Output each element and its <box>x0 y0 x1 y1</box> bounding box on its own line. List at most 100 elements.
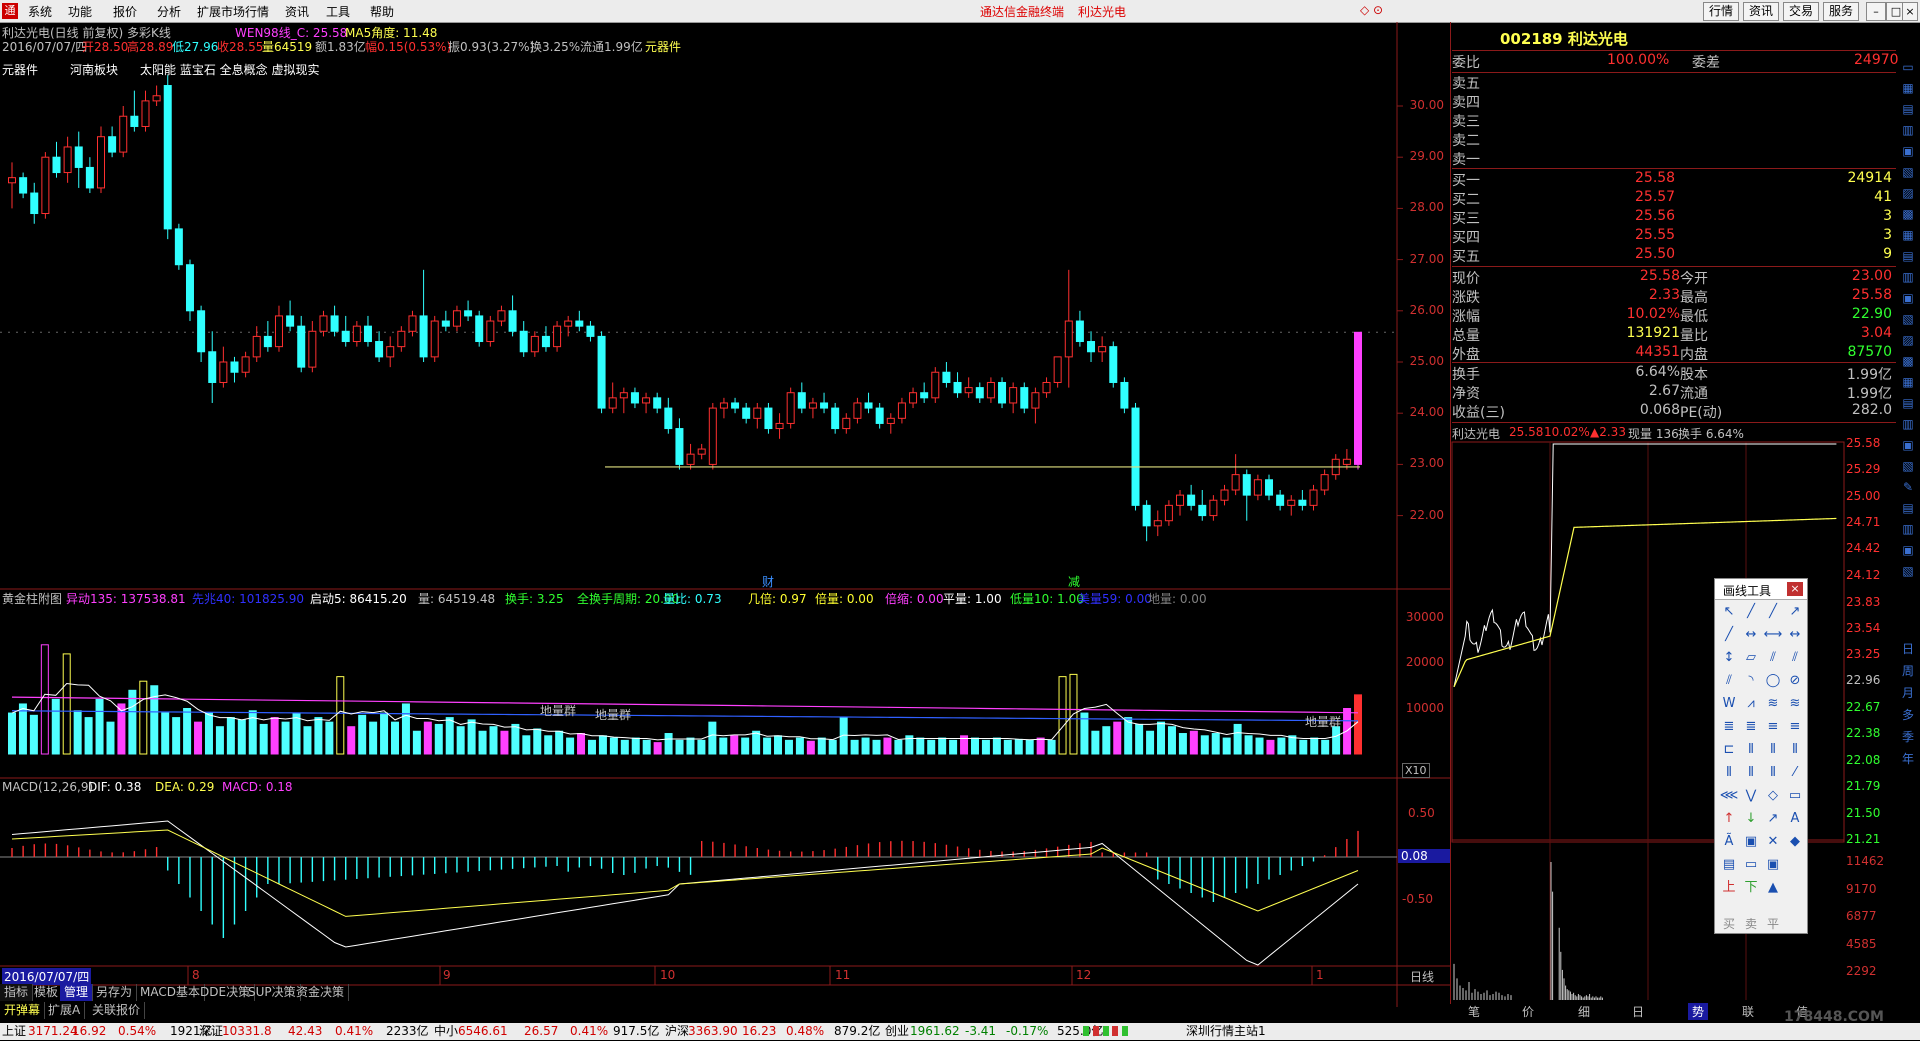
menu-news[interactable]: 资讯 <box>285 3 309 20</box>
menu-quote[interactable]: 报价 <box>113 3 137 20</box>
sidebar-tool-icon[interactable]: ▣ <box>1898 438 1918 456</box>
draw-tool-icon[interactable]: ↖ <box>1719 603 1739 621</box>
draw-tool-icon[interactable]: ≋ <box>1785 695 1805 713</box>
tab-macd-basic[interactable]: MACD基本 <box>136 984 205 1001</box>
tab-extend-a[interactable]: 扩展A <box>44 1002 86 1019</box>
draw-tool-icon[interactable]: ⁄ <box>1785 764 1805 782</box>
sidebar-tool-icon[interactable]: ▤ <box>1898 501 1918 519</box>
tool-flat[interactable]: 平 <box>1767 915 1779 932</box>
event-mark-finance[interactable]: 财 <box>762 573 774 590</box>
draw-tool-icon[interactable]: 上 <box>1719 879 1739 897</box>
sidebar-tool-icon[interactable]: ✎ <box>1898 480 1918 498</box>
mini-tab[interactable]: 日 <box>1632 1003 1644 1020</box>
sidebar-tool-icon[interactable]: ▥ <box>1898 123 1918 141</box>
draw-tool-icon[interactable]: ⦀ <box>1741 741 1761 759</box>
mini-tab[interactable]: 价 <box>1522 1003 1534 1020</box>
draw-tool-icon[interactable]: ≋ <box>1763 695 1783 713</box>
draw-tool-icon[interactable]: ╱ <box>1763 603 1783 621</box>
draw-tool-icon[interactable]: ⋘ <box>1719 787 1739 805</box>
sidebar-tool-icon[interactable]: ▣ <box>1898 543 1918 561</box>
sidebar-tool-icon[interactable]: ▦ <box>1898 81 1918 99</box>
sidebar-tool-icon[interactable]: ▤ <box>1898 396 1918 414</box>
draw-tool-icon[interactable]: 下 <box>1741 879 1761 897</box>
draw-tool-icon[interactable]: ↔ <box>1785 626 1805 644</box>
tool-buy[interactable]: 买 <box>1723 915 1735 932</box>
menu-system[interactable]: 系统 <box>28 3 52 20</box>
draw-tool-icon[interactable]: ╱ <box>1741 603 1761 621</box>
period-button[interactable]: 周 <box>1898 662 1918 680</box>
draw-tool-icon[interactable]: W <box>1719 695 1739 713</box>
draw-tool-icon[interactable]: ≣ <box>1719 718 1739 736</box>
mini-tab[interactable]: 联 <box>1742 1003 1754 1020</box>
draw-tool-icon[interactable]: ≣ <box>1741 718 1761 736</box>
draw-tool-icon[interactable]: ⦀ <box>1763 741 1783 759</box>
sidebar-tool-icon[interactable]: ▥ <box>1898 270 1918 288</box>
draw-tool-icon[interactable]: ⦀ <box>1741 764 1761 782</box>
draw-tool-icon[interactable]: ⫽ <box>1763 649 1783 667</box>
btn-service[interactable]: 服务 <box>1823 2 1860 21</box>
draw-tool-icon[interactable]: ◆ <box>1785 833 1805 851</box>
draw-tool-icon[interactable]: ◯ <box>1763 672 1783 690</box>
sidebar-tool-icon[interactable]: ▦ <box>1898 375 1918 393</box>
draw-tool-icon[interactable]: ▭ <box>1741 856 1761 874</box>
tool-sell[interactable]: 卖 <box>1745 915 1757 932</box>
draw-tool-icon[interactable]: ⟷ <box>1763 626 1783 644</box>
menu-analysis[interactable]: 分析 <box>157 3 181 20</box>
server-name[interactable]: 深圳行情主站1 <box>1186 1023 1266 1040</box>
draw-tool-icon[interactable]: ↓ <box>1741 810 1761 828</box>
close-icon[interactable]: × <box>1787 582 1803 596</box>
sidebar-tool-icon[interactable]: ▧ <box>1898 165 1918 183</box>
tab-related-quote[interactable]: 关联报价 <box>88 1002 146 1019</box>
btn-news[interactable]: 资讯 <box>1743 2 1780 21</box>
draw-tool-icon[interactable]: ⫽ <box>1719 672 1739 690</box>
menu-extended-market[interactable]: 扩展市场行情 <box>197 3 269 20</box>
draw-tool-icon[interactable]: ╱ <box>1719 626 1739 644</box>
draw-tool-icon[interactable]: A <box>1785 810 1805 828</box>
draw-tool-icon[interactable]: ↕ <box>1719 649 1739 667</box>
draw-tool-icon[interactable]: ↗ <box>1785 603 1805 621</box>
sidebar-tool-icon[interactable]: ▥ <box>1898 417 1918 435</box>
draw-tool-icon[interactable]: ⫽ <box>1785 649 1805 667</box>
draw-tool-icon[interactable]: ↗ <box>1763 810 1783 828</box>
sidebar-tool-icon[interactable]: ▩ <box>1898 207 1918 225</box>
sidebar-tool-icon[interactable]: ▦ <box>1898 228 1918 246</box>
sidebar-tool-icon[interactable]: ▧ <box>1898 564 1918 582</box>
tab-manage[interactable]: 管理 <box>60 984 94 1001</box>
draw-tool-icon[interactable]: ⩘ <box>1741 695 1761 713</box>
sidebar-tool-icon[interactable]: ▥ <box>1898 522 1918 540</box>
draw-tool-icon[interactable]: ⦀ <box>1763 764 1783 782</box>
mini-tab[interactable]: 细 <box>1578 1003 1590 1020</box>
sidebar-tool-icon[interactable]: ▧ <box>1898 459 1918 477</box>
draw-tool-icon[interactable]: ◝ <box>1741 672 1761 690</box>
index-name[interactable]: 创业 <box>885 1023 909 1040</box>
draw-tools-palette[interactable]: 画线工具 × ↖ ╱ ╱ ↗ ╱ ↔ ⟷ ↔ ↕ ▱ ⫽ ⫽ ⫽ ◝ ◯ ⊘ W ⩘ ≋ ≋ ≣ ≣ ≡ ≡ ⊏ ⦀ ⦀ ⦀ ⦀ ⦀ ⦀ ⁄ ⋘… <box>1714 578 1808 934</box>
draw-tool-icon[interactable]: ▭ <box>1785 787 1805 805</box>
sidebar-tool-icon[interactable]: ▧ <box>1898 312 1918 330</box>
btn-trade[interactable]: 交易 <box>1783 2 1820 21</box>
draw-tool-icon[interactable]: ≡ <box>1763 718 1783 736</box>
index-name[interactable]: 上证 <box>2 1023 26 1040</box>
macd-title[interactable]: MACD(12,26,9) <box>2 780 93 794</box>
draw-tool-icon[interactable]: ▲ <box>1763 879 1783 897</box>
draw-tool-icon[interactable]: ▣ <box>1763 856 1783 874</box>
volume-panel-title[interactable]: 黄金柱附图 <box>2 590 62 607</box>
draw-tool-icon[interactable]: ⋁ <box>1741 787 1761 805</box>
sidebar-tool-icon[interactable]: ▤ <box>1898 102 1918 120</box>
menu-tools[interactable]: 工具 <box>326 3 350 20</box>
sidebar-tool-icon[interactable]: ▣ <box>1898 144 1918 162</box>
index-name[interactable]: 沪深 <box>665 1023 689 1040</box>
period-button[interactable]: 年 <box>1898 750 1918 768</box>
minimize-icon[interactable]: – <box>1866 2 1886 21</box>
kline-chart-area[interactable] <box>0 22 1450 1007</box>
tab-save-as[interactable]: 另存为 <box>92 984 138 1001</box>
draw-tool-icon[interactable]: ✕ <box>1763 833 1783 851</box>
draw-tool-icon[interactable]: ▱ <box>1741 649 1761 667</box>
draw-tool-icon[interactable]: ⦀ <box>1785 741 1805 759</box>
btn-market[interactable]: 行情 <box>1703 2 1740 21</box>
sidebar-tool-icon[interactable]: ▨ <box>1898 186 1918 204</box>
period-button[interactable]: 多 <box>1898 706 1918 724</box>
period-button[interactable]: 季 <box>1898 728 1918 746</box>
tab-indicator[interactable]: 指标 <box>0 984 34 1001</box>
sidebar-tool-icon[interactable]: ▭ <box>1898 60 1918 78</box>
tab-template[interactable]: 模板 <box>30 984 64 1001</box>
